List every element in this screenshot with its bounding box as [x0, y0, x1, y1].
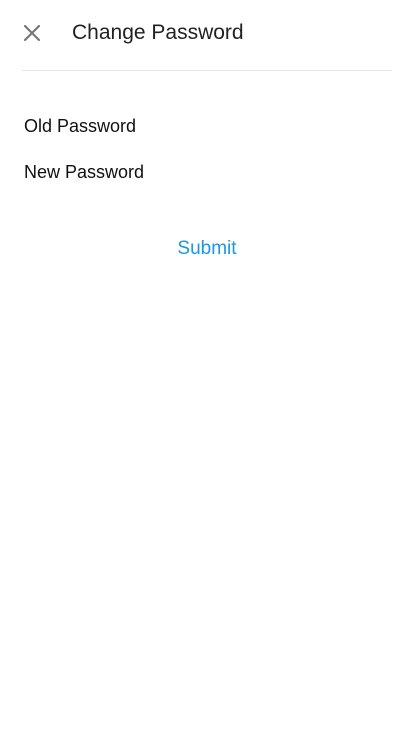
close-icon [23, 24, 41, 42]
new-password-input[interactable] [22, 157, 392, 187]
close-button[interactable] [14, 15, 50, 51]
change-password-screen: Change Password Submit [0, 0, 414, 736]
header-divider [22, 70, 392, 71]
submit-button[interactable]: Submit [157, 233, 257, 265]
old-password-input[interactable] [22, 111, 392, 141]
header: Change Password [0, 0, 414, 66]
page-title: Change Password [72, 21, 244, 44]
